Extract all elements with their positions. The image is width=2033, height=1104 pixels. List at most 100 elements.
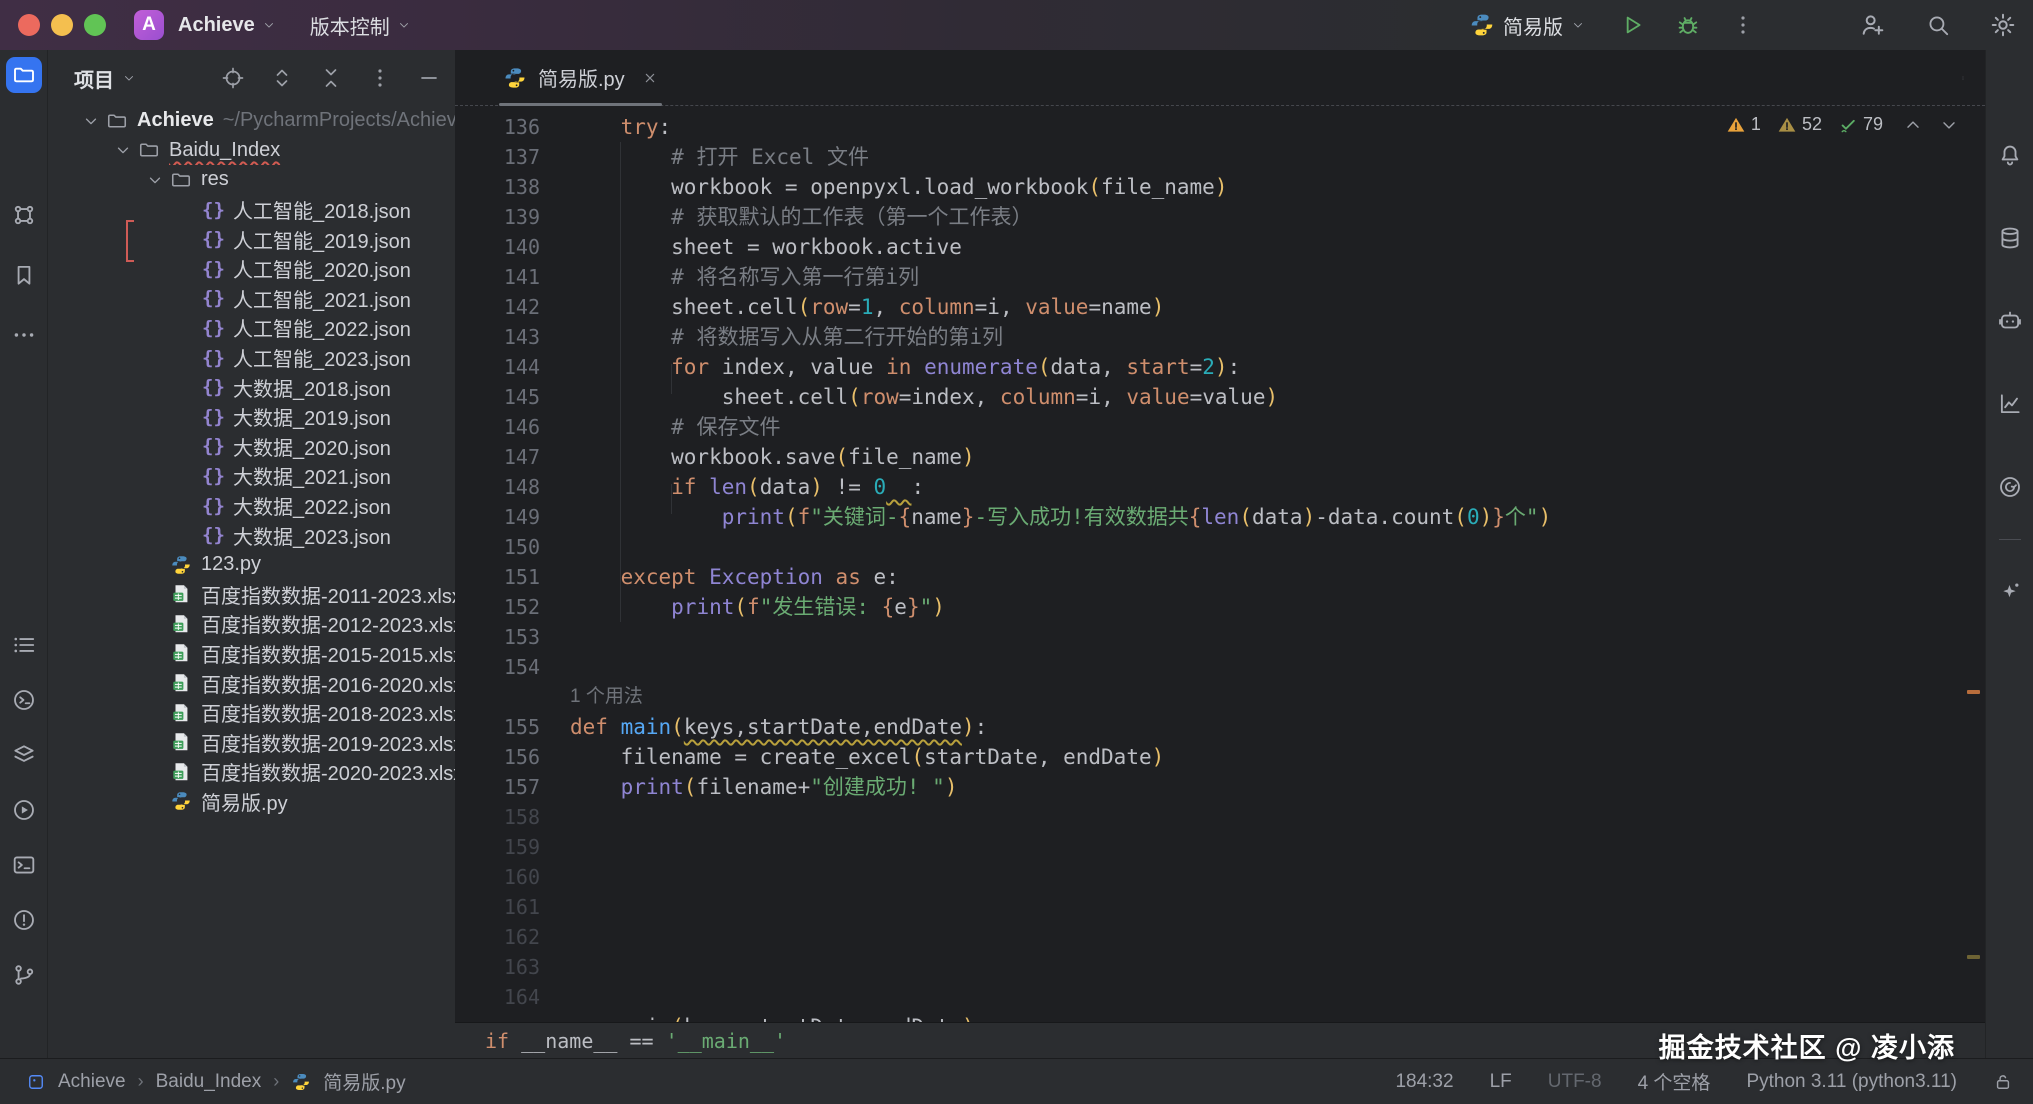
database-icon[interactable] [1997,225,2023,251]
project-panel-title[interactable]: 项目 [74,64,136,93]
tree-item[interactable]: 百度指数数据-2016-2020.xlsx [48,668,455,698]
line-number[interactable]: 138 [455,172,540,202]
services-icon[interactable] [11,742,37,768]
line-number[interactable]: 147 [455,442,540,472]
indent-setting[interactable]: 4 个空格 [1638,1068,1711,1095]
code-line[interactable]: 159 [455,832,1985,862]
unlock-icon[interactable] [1993,1072,2013,1092]
tree-item[interactable]: {}人工智能_2019.json [48,224,455,254]
run-configuration-selector[interactable]: 简易版 [1469,11,1585,40]
line-number[interactable]: 163 [455,952,540,982]
code-line[interactable]: 153 [455,622,1985,652]
line-number[interactable]: 159 [455,832,540,862]
code-line[interactable]: 139 # 获取默认的工作表（第一个工作表） [455,202,1985,232]
run-icon[interactable] [11,797,37,823]
tree-item[interactable]: {}大数据_2019.json [48,402,455,432]
usage-hint[interactable]: 1 个用法 [455,682,643,712]
tree-item[interactable]: 百度指数数据-2012-2023.xlsx [48,609,455,639]
next-problem-button[interactable] [1939,115,1959,135]
line-number[interactable]: 141 [455,262,540,292]
caret-position[interactable]: 184:32 [1395,1071,1453,1093]
more-horizontal-icon[interactable] [11,322,37,348]
chevron-expanded-icon[interactable] [114,141,132,159]
code-line[interactable]: 156 filename = create_excel(startDate, e… [455,742,1985,772]
line-number[interactable]: 161 [455,892,540,922]
line-number[interactable]: 150 [455,532,540,562]
previous-problem-button[interactable] [1903,115,1923,135]
tree-item[interactable]: {}人工智能_2022.json [48,313,455,343]
tree-item[interactable]: {}人工智能_2020.json [48,254,455,284]
code-line[interactable]: 146 # 保存文件 [455,412,1985,442]
vcs-menu[interactable]: 版本控制 [310,11,411,40]
expand-all-button[interactable] [270,66,294,90]
line-number[interactable]: 164 [455,982,540,1012]
code-line[interactable]: 145 sheet.cell(row=index, column=i, valu… [455,382,1985,412]
code-line[interactable]: 138 workbook = openpyxl.load_workbook(fi… [455,172,1985,202]
breadcrumb-file[interactable]: 简易版.py [323,1068,405,1095]
code-line[interactable]: 161 [455,892,1985,922]
settings-button[interactable] [1989,11,2017,39]
code-line[interactable]: 142 sheet.cell(row=1, column=i, value=na… [455,292,1985,322]
error-stripe-mark[interactable] [1967,690,1980,694]
chevron-expanded-icon[interactable] [146,171,164,189]
tree-item[interactable]: {}大数据_2020.json [48,432,455,462]
code-line[interactable]: 143 # 将数据写入从第二行开始的第i列 [455,322,1985,352]
code-line[interactable]: 158 [455,802,1985,832]
search-everywhere-button[interactable] [1925,12,1951,38]
line-number[interactable]: 137 [455,142,540,172]
zoom-window-button[interactable] [84,14,106,36]
line-number[interactable]: 142 [455,292,540,322]
tree-item[interactable]: res [48,165,455,195]
tree-item[interactable]: {}人工智能_2023.json [48,343,455,373]
inspections-widget[interactable]: 1 52 79 [1726,114,1959,135]
close-tab-icon[interactable] [642,70,658,86]
line-number[interactable]: 146 [455,412,540,442]
line-number[interactable]: 155 [455,712,540,742]
line-number[interactable]: 143 [455,322,540,352]
tree-item[interactable]: {}人工智能_2021.json [48,284,455,314]
line-number[interactable]: 162 [455,922,540,952]
line-number[interactable]: 153 [455,622,540,652]
line-number[interactable]: 139 [455,202,540,232]
line-number[interactable]: 151 [455,562,540,592]
tree-item[interactable]: {}大数据_2021.json [48,461,455,491]
code-line[interactable]: 147 workbook.save(file_name) [455,442,1985,472]
tab-list-button[interactable] [1961,66,1985,90]
panel-options-button[interactable] [368,66,392,90]
plots-icon[interactable] [1997,391,2023,417]
line-number[interactable]: 160 [455,862,540,892]
profiler-icon[interactable] [1997,474,2023,500]
code-line[interactable]: 151 except Exception as e: [455,562,1985,592]
file-encoding[interactable]: UTF-8 [1548,1071,1602,1093]
line-number[interactable]: 136 [455,112,540,142]
code-line[interactable]: 164 [455,982,1985,1012]
tree-item[interactable]: 简易版.py [48,787,455,817]
editor-tab[interactable]: 简易版.py [499,50,662,105]
tree-item[interactable]: 123.py [48,550,455,580]
code-line[interactable]: 150 [455,532,1985,562]
terminal-icon[interactable] [11,852,37,878]
more-actions-button[interactable] [1731,13,1755,37]
ai-sparkle-icon[interactable] [1997,579,2023,605]
code-line[interactable]: 141 # 将名称写入第一行第i列 [455,262,1985,292]
code-line[interactable]: 154 [455,652,1985,682]
tree-item[interactable]: Achieve~/PycharmProjects/Achieve [48,106,455,136]
tree-item[interactable]: {}大数据_2022.json [48,491,455,521]
tree-item[interactable]: Baidu_Index [48,136,455,166]
line-number[interactable]: 158 [455,802,540,832]
tree-item[interactable]: {}人工智能_2018.json [48,195,455,225]
code-line[interactable]: 140 sheet = workbook.active [455,232,1985,262]
code-line[interactable]: 155def main(keys,startDate,endDate): [455,712,1985,742]
tree-item[interactable]: 百度指数数据-2020-2023.xlsx [48,757,455,787]
tree-item[interactable]: {}大数据_2018.json [48,372,455,402]
breadcrumb-folder[interactable]: Baidu_Index [156,1071,262,1093]
code-line[interactable]: 152 print(f"发生错误: {e}") [455,592,1985,622]
tree-item[interactable]: 百度指数数据-2015-2015.xlsx [48,639,455,669]
line-number[interactable]: 144 [455,352,540,382]
code-line[interactable]: 162 [455,922,1985,952]
problems-icon[interactable] [11,907,37,933]
minimize-window-button[interactable] [51,14,73,36]
code-line[interactable]: 157 print(filename+"创建成功! ") [455,772,1985,802]
close-window-button[interactable] [18,14,40,36]
line-separator[interactable]: LF [1490,1071,1512,1093]
